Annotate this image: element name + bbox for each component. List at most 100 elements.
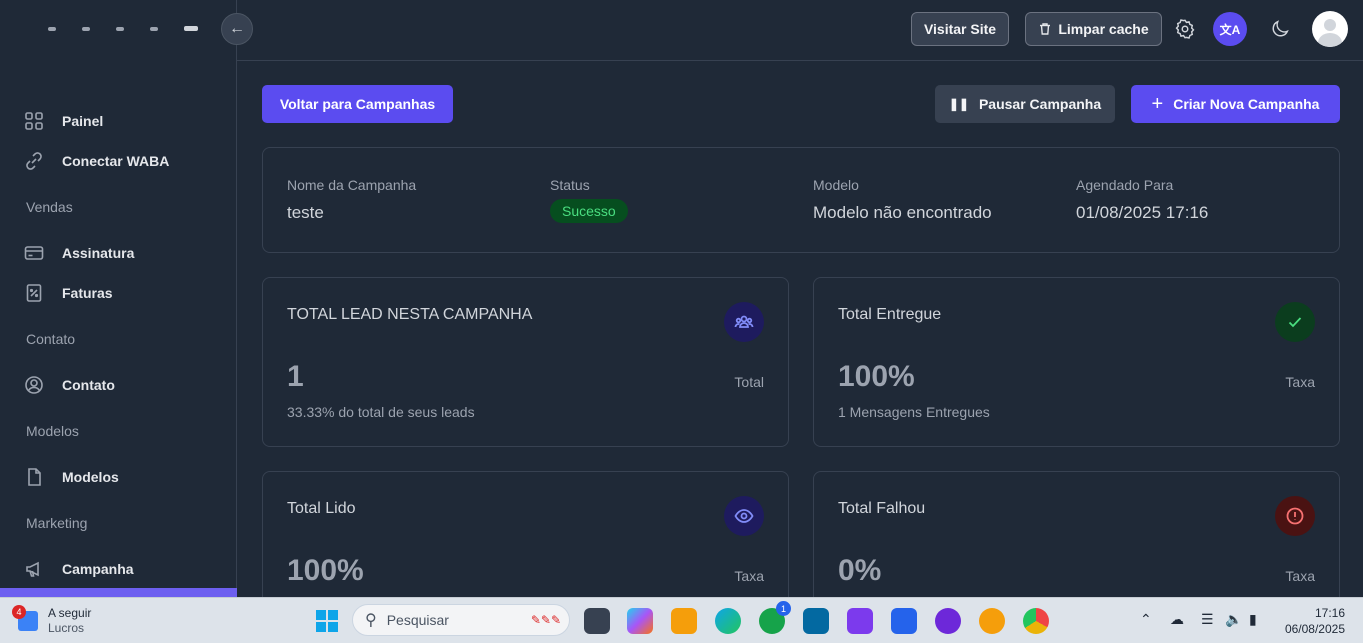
stat-subtext: 33.33% do total de seus leads	[287, 404, 475, 420]
sidebar-item-conectar-waba[interactable]: Conectar WABA	[24, 151, 169, 171]
clear-cache-button[interactable]: Limpar cache	[1025, 12, 1162, 46]
system-clock[interactable]: 17:16 06/08/2025	[1285, 605, 1345, 637]
sidebar-item-campanha[interactable]: Campanha	[24, 559, 134, 579]
sidebar-active-indicator	[0, 588, 237, 597]
stat-value: 100%	[838, 360, 915, 393]
campaign-schedule-value: 01/08/2025 17:16	[1076, 203, 1209, 222]
language-button[interactable]: 文A	[1213, 12, 1247, 46]
copilot-icon[interactable]	[627, 608, 653, 634]
sidebar-item-label: Painel	[62, 113, 104, 129]
campaign-info-card: Nome da Campanha teste Status Sucesso Mo…	[262, 147, 1340, 253]
campaign-status: Status Sucesso	[550, 177, 628, 223]
sidebar-item-label: Contato	[62, 377, 115, 393]
store-icon[interactable]	[891, 608, 917, 634]
section-contato: Contato	[26, 331, 76, 347]
clear-cache-label: Limpar cache	[1058, 21, 1149, 37]
news-icon: 4	[12, 605, 38, 631]
avatar[interactable]	[1312, 11, 1348, 47]
stat-unit: Taxa	[1285, 374, 1315, 390]
sidebar-item-painel[interactable]: Painel	[24, 111, 103, 131]
file-explorer-icon[interactable]	[671, 608, 697, 634]
topbar: Visitar Site Limpar cache 文A	[237, 0, 1363, 61]
campaign-schedule-label: Agendado Para	[1076, 177, 1174, 193]
stat-unit: Total	[734, 374, 764, 390]
notepad-icon[interactable]	[803, 608, 829, 634]
clock-date: 06/08/2025	[1284, 622, 1345, 636]
chrome-icon[interactable]	[1023, 608, 1049, 634]
arrow-left-icon: ←	[229, 20, 245, 37]
megaphone-icon	[26, 561, 39, 577]
gear-icon	[1175, 19, 1195, 39]
campaign-status-label: Status	[550, 177, 590, 193]
create-label: Criar Nova Campanha	[1173, 96, 1320, 112]
section-vendas: Vendas	[26, 199, 73, 215]
cloud-off-icon[interactable]: ☁	[1170, 611, 1184, 628]
clipchamp-icon[interactable]	[847, 608, 873, 634]
volume-icon[interactable]: 🔈	[1225, 611, 1242, 628]
grid-icon	[25, 112, 43, 130]
chevron-up-icon[interactable]: ⌃	[1140, 611, 1152, 628]
news-widget[interactable]: 4 A seguir Lucros	[12, 605, 91, 636]
pause-icon: ❚❚	[948, 97, 969, 111]
battery-icon[interactable]: ▮	[1249, 611, 1257, 628]
taskbar-search[interactable]: ⚲ Pesquisar ✎✎✎	[352, 604, 570, 636]
stat-unit: Taxa	[734, 568, 764, 584]
campaign-name-value: teste	[287, 203, 324, 222]
stat-title: Total Lido	[287, 500, 356, 517]
stat-title: Total Falhou	[838, 500, 926, 517]
user-circle-icon	[25, 376, 43, 394]
sidebar: Painel Conectar WABA Vendas Assinatura F…	[0, 0, 237, 597]
settings-button[interactable]	[1168, 12, 1202, 46]
whatsapp-badge: 1	[776, 601, 791, 616]
moon-icon	[1272, 20, 1289, 37]
search-highlight-icon: ✎✎✎	[530, 613, 561, 627]
sidebar-item-label: Campanha	[62, 561, 134, 577]
sidebar-item-faturas[interactable]: Faturas	[24, 283, 113, 303]
pause-campaign-button[interactable]: ❚❚ Pausar Campanha	[935, 85, 1115, 123]
stat-value: 1	[287, 360, 304, 393]
campaign-model-label: Modelo	[813, 177, 859, 193]
section-modelos: Modelos	[26, 423, 79, 439]
whatsapp-icon[interactable]: 1	[759, 601, 791, 634]
collapse-sidebar-button[interactable]: ←	[221, 13, 253, 45]
campaign-name: Nome da Campanha teste	[287, 177, 416, 223]
pause-label: Pausar Campanha	[978, 96, 1102, 112]
dark-mode-toggle[interactable]	[1263, 12, 1297, 46]
stat-card-failed: Total Falhou 0% Taxa	[813, 471, 1340, 611]
windows-start-icon[interactable]	[316, 610, 338, 632]
link-icon	[26, 152, 42, 170]
sidebar-item-assinatura[interactable]: Assinatura	[24, 243, 134, 263]
campaign-name-label: Nome da Campanha	[287, 177, 417, 193]
sidebar-item-label: Assinatura	[62, 245, 135, 261]
campaign-model-value: Modelo não encontrado	[813, 203, 992, 222]
task-view-icon[interactable]	[584, 608, 610, 634]
file-icon	[28, 468, 41, 486]
logo[interactable]	[48, 26, 198, 31]
alert-icon	[1275, 496, 1315, 536]
credit-card-icon	[24, 246, 44, 260]
stat-value: 100%	[287, 554, 364, 587]
sidebar-item-label: Faturas	[62, 285, 113, 301]
campaign-model: Modelo Modelo não encontrado	[813, 177, 992, 223]
create-campaign-button[interactable]: + Criar Nova Campanha	[1131, 85, 1340, 123]
stat-subtext: 1 Mensagens Entregues	[838, 404, 990, 420]
wifi-icon[interactable]: ☰	[1201, 611, 1214, 628]
app-icon[interactable]	[935, 608, 961, 634]
sidebar-item-modelos[interactable]: Modelos	[24, 467, 119, 487]
sidebar-item-contato[interactable]: Contato	[24, 375, 115, 395]
sidebar-item-label: Modelos	[62, 469, 119, 485]
vpn-icon[interactable]	[979, 608, 1005, 634]
search-icon: ⚲	[365, 612, 377, 629]
edge-icon[interactable]	[715, 608, 741, 634]
trash-icon	[1040, 23, 1051, 35]
widget-subtitle: Lucros	[48, 621, 85, 635]
status-badge: Sucesso	[550, 199, 628, 223]
sidebar-item-label: Conectar WABA	[62, 153, 170, 169]
eye-icon	[724, 496, 764, 536]
receipt-icon	[26, 284, 42, 302]
search-placeholder: Pesquisar	[386, 612, 449, 628]
visit-site-button[interactable]: Visitar Site	[911, 12, 1009, 46]
clock-time: 17:16	[1314, 606, 1345, 620]
back-to-campaigns-button[interactable]: Voltar para Campanhas	[262, 85, 453, 123]
check-icon	[1275, 302, 1315, 342]
